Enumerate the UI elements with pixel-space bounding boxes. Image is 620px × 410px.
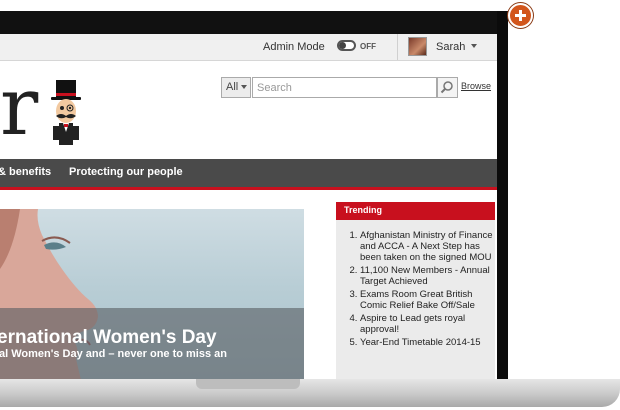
admin-mode-toggle[interactable] bbox=[337, 40, 356, 51]
topbar-divider bbox=[397, 34, 398, 60]
toggle-knob bbox=[339, 42, 346, 49]
trending-title: Trending bbox=[336, 202, 495, 220]
trending-list: Afghanistan Ministry of Finance and ACCA… bbox=[348, 230, 497, 350]
search-icon bbox=[440, 81, 453, 94]
nav-item-protecting-our-people[interactable]: Protecting our people bbox=[69, 166, 183, 178]
laptop-bezel-edge bbox=[497, 11, 508, 379]
user-menu-name[interactable]: Sarah bbox=[436, 41, 465, 53]
trending-item[interactable]: Aspire to Lead gets royal approval! bbox=[360, 313, 497, 335]
trending-item[interactable]: Year-End Timetable 2014-15 bbox=[360, 337, 497, 348]
search-input[interactable] bbox=[252, 77, 437, 98]
hero-title[interactable]: ernational Women's Day bbox=[0, 327, 217, 349]
main-nav: & benefits Protecting our people bbox=[0, 159, 497, 190]
laptop-notch bbox=[196, 379, 300, 389]
plus-icon[interactable] bbox=[508, 3, 533, 28]
mascot-icon bbox=[51, 80, 81, 145]
trending-item[interactable]: Exams Room Great British Comic Relief Ba… bbox=[360, 289, 497, 311]
laptop-base bbox=[0, 379, 620, 407]
avatar[interactable] bbox=[408, 37, 427, 56]
admin-mode-label: Admin Mode bbox=[263, 41, 325, 53]
hero-banner[interactable]: ernational Women's Day al Women's Day an… bbox=[0, 209, 304, 379]
search-button[interactable] bbox=[437, 77, 458, 98]
admin-mode-state: OFF bbox=[360, 42, 376, 51]
trending-panel: Trending Afghanistan Ministry of Finance… bbox=[336, 202, 495, 379]
trending-item[interactable]: 11,100 New Members - Annual Target Achie… bbox=[360, 265, 497, 287]
browse-link[interactable]: Browse bbox=[461, 81, 491, 91]
chevron-down-icon[interactable] bbox=[471, 44, 477, 48]
trending-item[interactable]: Afghanistan Ministry of Finance and ACCA… bbox=[360, 230, 497, 263]
browser-screen: Admin Mode OFF Sarah r All Browse & bene… bbox=[0, 34, 497, 379]
scope-chevron-down-icon[interactable] bbox=[241, 85, 247, 89]
nav-item-benefits[interactable]: & benefits bbox=[0, 166, 51, 178]
hero-subtitle: al Women's Day and – never one to miss a… bbox=[0, 348, 227, 360]
site-logo-text[interactable]: r bbox=[0, 67, 38, 147]
top-utility-bar: Admin Mode OFF Sarah bbox=[0, 34, 497, 61]
